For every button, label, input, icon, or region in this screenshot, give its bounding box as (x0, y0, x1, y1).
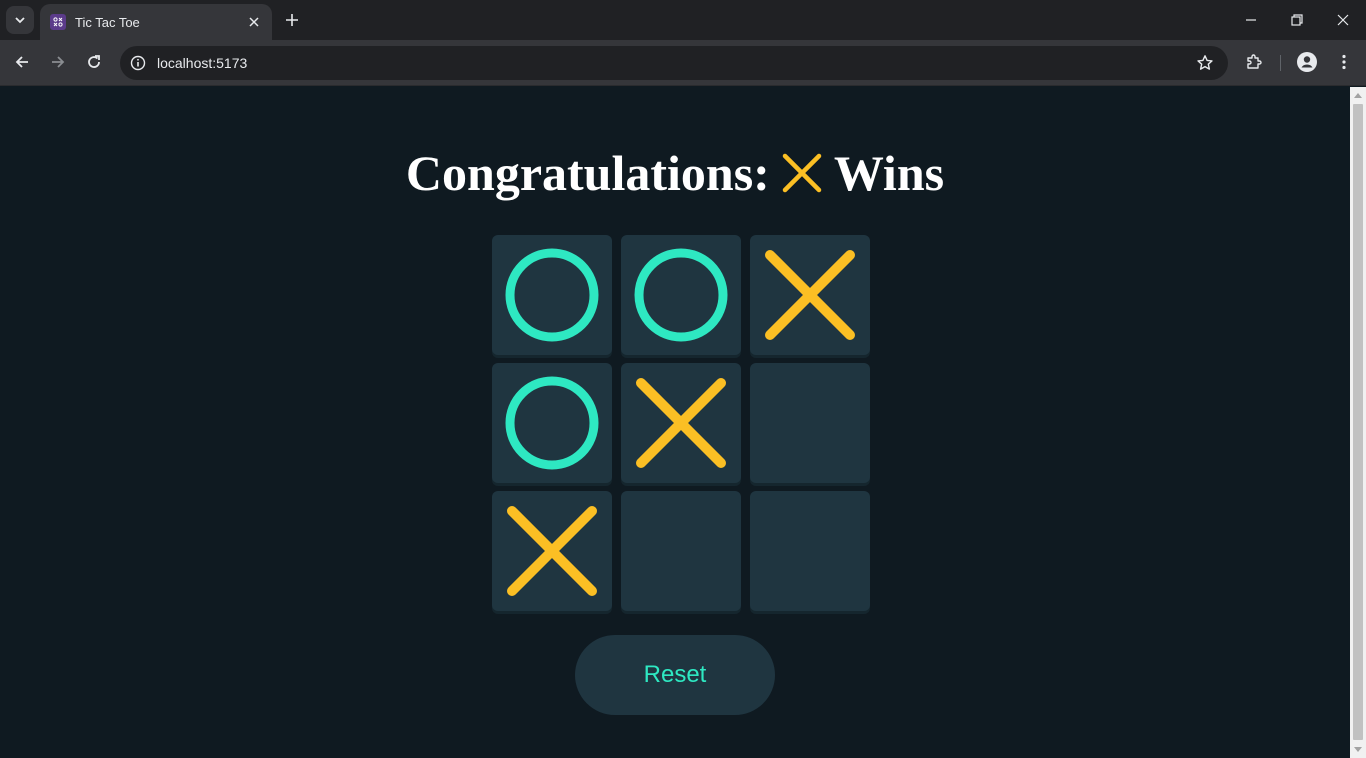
game-status-heading: Congratulations: Wins (0, 145, 1350, 201)
chevron-down-icon (15, 17, 25, 24)
minimize-button[interactable] (1228, 4, 1274, 36)
arrow-right-icon (52, 56, 65, 68)
o-mark-icon (505, 376, 599, 470)
profile-button[interactable] (1292, 47, 1322, 77)
scroll-thumb[interactable] (1353, 104, 1363, 740)
reset-button[interactable]: Reset (575, 635, 775, 715)
minimize-icon (1246, 19, 1256, 21)
x-mark-icon (636, 378, 726, 468)
board-cell-4[interactable] (492, 363, 612, 483)
star-icon (1197, 55, 1213, 70)
close-icon (1337, 14, 1349, 26)
favicon-icon (50, 14, 66, 30)
browser-tab-bar: Tic Tac Toe (0, 0, 1366, 40)
board-cell-9[interactable] (750, 491, 870, 611)
forward-button[interactable] (43, 47, 73, 77)
kebab-menu-icon (1342, 54, 1346, 70)
back-button[interactable] (7, 47, 37, 77)
board-cell-5[interactable] (621, 363, 741, 483)
status-suffix: Wins (833, 145, 945, 201)
board-cell-2[interactable] (621, 235, 741, 355)
page-viewport: Congratulations: Wins Reset (0, 87, 1350, 758)
o-mark-icon (505, 248, 599, 342)
triangle-up-icon (1354, 93, 1362, 98)
extensions-button[interactable] (1239, 47, 1269, 77)
x-mark-icon (780, 151, 824, 195)
board-cell-1[interactable] (492, 235, 612, 355)
url-text[interactable]: localhost:5173 (157, 55, 1190, 71)
menu-button[interactable] (1329, 47, 1359, 77)
bookmark-button[interactable] (1190, 48, 1220, 78)
board-cell-6[interactable] (750, 363, 870, 483)
close-icon (249, 17, 259, 27)
tab-search-button[interactable] (6, 6, 34, 34)
arrow-left-icon (15, 56, 28, 68)
scroll-down-arrow[interactable] (1350, 742, 1366, 758)
tab-close-button[interactable] (244, 12, 264, 32)
status-prefix: Congratulations: (405, 145, 770, 201)
x-mark-icon (765, 250, 855, 340)
tab-title: Tic Tac Toe (75, 14, 140, 30)
plus-icon (286, 14, 298, 26)
tab-tic-tac-toe[interactable]: Tic Tac Toe (40, 4, 272, 40)
scroll-up-arrow[interactable] (1350, 87, 1366, 103)
toolbar-divider (1280, 55, 1281, 71)
vertical-scrollbar[interactable] (1350, 87, 1366, 758)
new-tab-button[interactable] (280, 8, 304, 32)
board-cell-7[interactable] (492, 491, 612, 611)
avatar-icon (1297, 52, 1317, 72)
x-mark-icon (507, 506, 597, 596)
site-info-icon[interactable] (128, 53, 148, 73)
board-cell-8[interactable] (621, 491, 741, 611)
triangle-down-icon (1354, 747, 1362, 752)
address-bar[interactable]: localhost:5173 (120, 46, 1228, 80)
browser-toolbar: localhost:5173 (0, 40, 1366, 86)
restore-icon (1291, 14, 1303, 26)
board-cell-3[interactable] (750, 235, 870, 355)
game-board (492, 235, 870, 611)
close-window-button[interactable] (1320, 4, 1366, 36)
o-mark-icon (634, 248, 728, 342)
reload-button[interactable] (79, 47, 109, 77)
reload-icon (88, 55, 100, 68)
restore-button[interactable] (1274, 4, 1320, 36)
puzzle-icon (1247, 54, 1262, 69)
